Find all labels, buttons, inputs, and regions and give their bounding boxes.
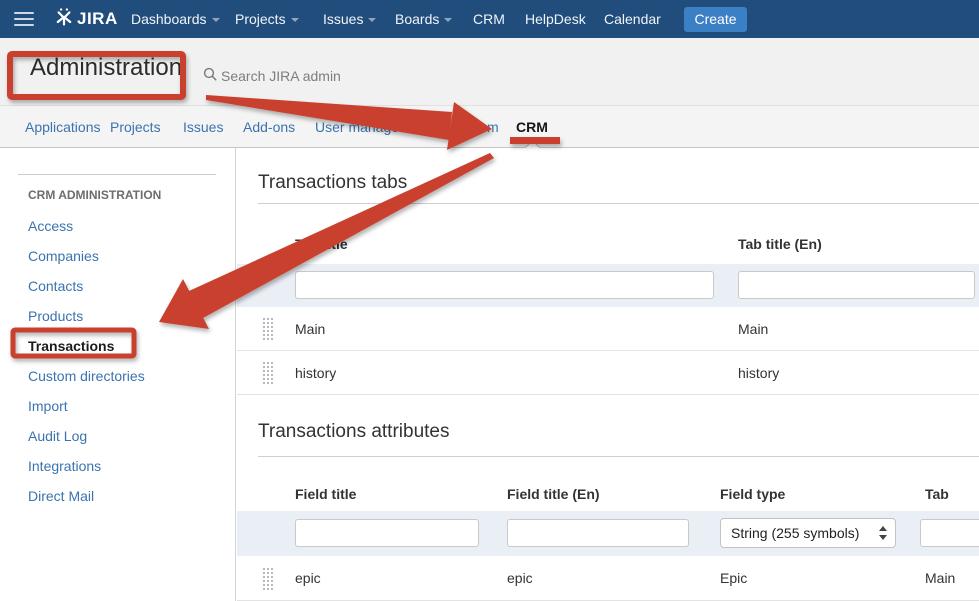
nav-boards[interactable]: Boards <box>395 0 452 38</box>
sidebar-item-direct-mail[interactable]: Direct Mail <box>28 488 94 504</box>
nav-projects[interactable]: Projects <box>235 0 299 38</box>
admin-search <box>200 64 460 88</box>
table-row: history history <box>237 351 979 395</box>
filter-field-title-en-input[interactable] <box>507 519 689 547</box>
cell-field-type: Epic <box>720 556 747 601</box>
sidebar-item-import[interactable]: Import <box>28 398 68 414</box>
main-content: Transactions tabs Tab title Tab title (E… <box>237 148 979 601</box>
nav-crm[interactable]: CRM <box>473 0 505 38</box>
filter-field-title-input[interactable] <box>295 519 479 547</box>
tabs-filter-row <box>237 264 979 307</box>
jira-logo[interactable]: JIRA <box>54 8 118 30</box>
cell-tab: Main <box>925 556 955 601</box>
divider <box>258 203 979 204</box>
nav-helpdesk[interactable]: HelpDesk <box>525 0 586 38</box>
cell-tab-title-en: Main <box>738 307 768 351</box>
table-row: epic epic Epic Main <box>237 556 979 601</box>
sidebar-section-title: CRM ADMINISTRATION <box>28 188 161 202</box>
drag-handle-icon[interactable] <box>262 317 273 341</box>
drag-handle-icon[interactable] <box>262 567 273 591</box>
filter-tab-title-input[interactable] <box>295 271 714 299</box>
nav-calendar[interactable]: Calendar <box>604 0 661 38</box>
sidebar-item-audit-log[interactable]: Audit Log <box>28 428 87 444</box>
create-button[interactable]: Create <box>684 7 747 32</box>
table-row: Main Main <box>237 307 979 351</box>
admin-header: Administration <box>0 38 979 106</box>
jira-charlie-icon <box>54 7 74 32</box>
cell-tab-title: Main <box>295 307 325 351</box>
page-title: Administration <box>30 54 182 82</box>
cell-field-title-en: epic <box>507 556 533 601</box>
attrs-filter-row: String (255 symbols) <box>237 511 979 556</box>
column-header-field-title: Field title <box>295 486 356 502</box>
sidebar-item-transactions[interactable]: Transactions <box>28 338 114 354</box>
top-navbar: JIRA Dashboards Projects Issues Boards C… <box>0 0 979 38</box>
attrs-table-title: Transactions attributes <box>258 421 450 443</box>
sidebar-divider <box>18 174 216 175</box>
chevron-down-icon <box>444 18 452 22</box>
admin-tab-bar: Applications Projects Issues Add-ons Use… <box>0 106 979 148</box>
chevron-down-icon <box>291 18 299 22</box>
tab-issues[interactable]: Issues <box>183 106 223 148</box>
hamburger-menu-icon[interactable] <box>14 12 34 26</box>
search-icon <box>203 67 218 87</box>
sidebar-item-custom-directories[interactable]: Custom directories <box>28 368 145 384</box>
chevron-down-icon <box>212 18 220 22</box>
column-header-tab-title-en: Tab title (En) <box>738 236 822 252</box>
field-type-select[interactable]: String (255 symbols) <box>720 518 896 548</box>
tab-applications[interactable]: Applications <box>25 106 101 148</box>
cell-tab-title: history <box>295 351 336 395</box>
tab-system[interactable]: System <box>452 106 499 148</box>
jira-logo-text: JIRA <box>77 9 118 29</box>
chevron-down-icon <box>368 18 376 22</box>
updown-arrows-icon <box>879 525 887 541</box>
tab-user-management[interactable]: User management <box>315 106 430 148</box>
column-header-tab: Tab <box>925 486 949 502</box>
sidebar-item-products[interactable]: Products <box>28 308 83 324</box>
drag-handle-icon[interactable] <box>262 361 273 385</box>
cell-tab-title-en: history <box>738 351 779 395</box>
nav-issues[interactable]: Issues <box>323 0 376 38</box>
crm-admin-sidebar: CRM ADMINISTRATION Access Companies Cont… <box>0 148 236 601</box>
field-type-select-value: String (255 symbols) <box>731 525 859 541</box>
cell-field-title: epic <box>295 556 321 601</box>
sidebar-item-access[interactable]: Access <box>28 218 73 234</box>
tab-add-ons[interactable]: Add-ons <box>243 106 295 148</box>
tab-projects[interactable]: Projects <box>110 106 161 148</box>
nav-dashboards[interactable]: Dashboards <box>131 0 220 38</box>
filter-tab-title-en-input[interactable] <box>738 271 975 299</box>
filter-tab-input[interactable] <box>920 519 979 547</box>
column-header-field-title-en: Field title (En) <box>507 486 600 502</box>
column-header-field-type: Field type <box>720 486 785 502</box>
sidebar-item-contacts[interactable]: Contacts <box>28 278 83 294</box>
sidebar-item-integrations[interactable]: Integrations <box>28 458 101 474</box>
search-admin-input[interactable] <box>221 64 451 88</box>
column-header-tab-title: Tab title <box>295 236 348 252</box>
tabs-table-title: Transactions tabs <box>258 172 407 194</box>
divider <box>258 456 979 457</box>
sidebar-item-companies[interactable]: Companies <box>28 248 99 264</box>
